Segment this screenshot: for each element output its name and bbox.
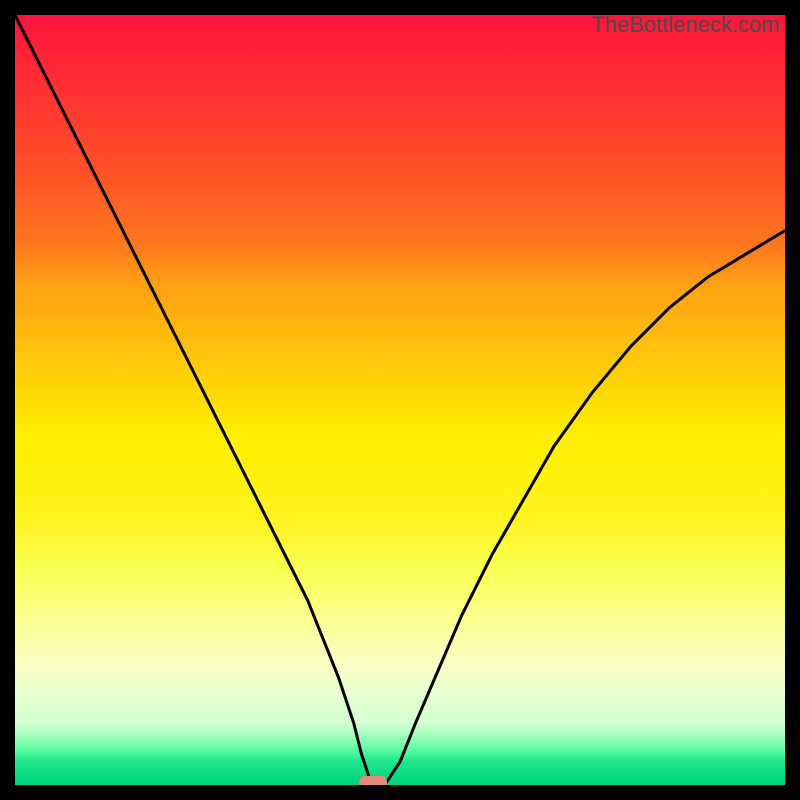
- curve-layer: [15, 15, 785, 785]
- minimum-marker: [359, 776, 387, 785]
- chart-frame: TheBottleneck.com: [0, 0, 800, 800]
- bottleneck-curve: [15, 15, 785, 785]
- attribution-label: TheBottleneck.com: [592, 12, 780, 38]
- plot-area: [15, 15, 785, 785]
